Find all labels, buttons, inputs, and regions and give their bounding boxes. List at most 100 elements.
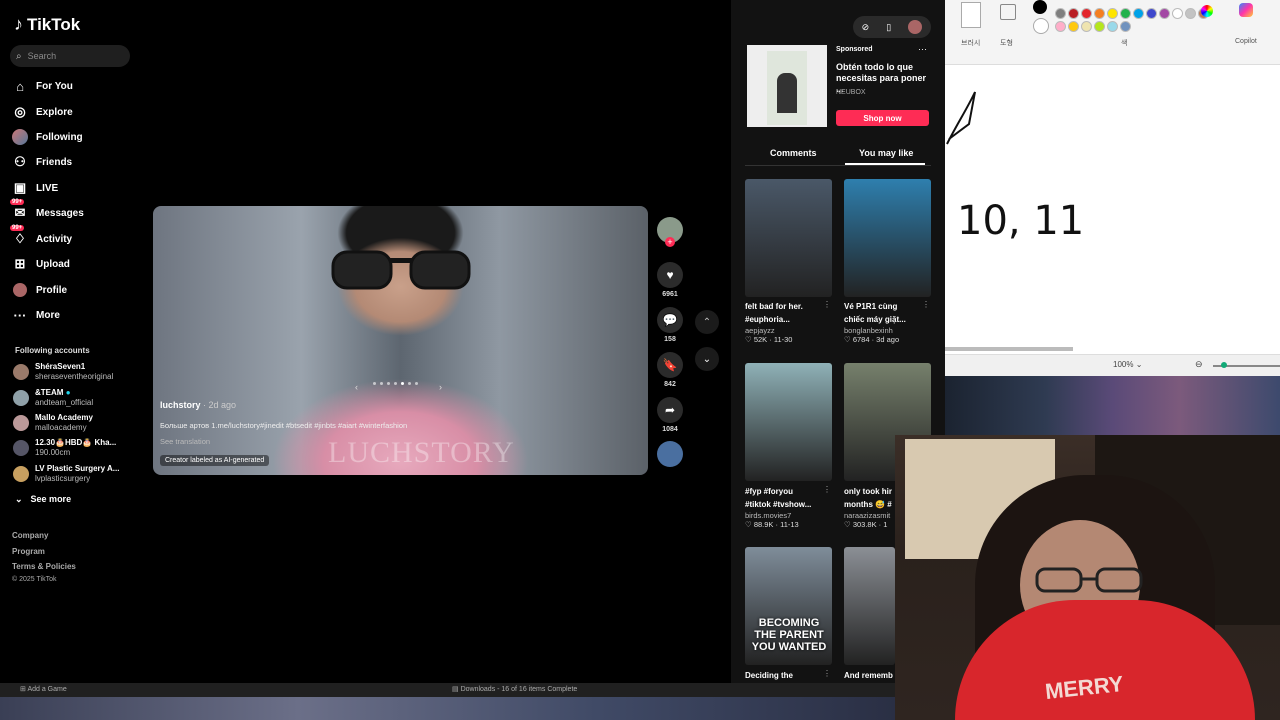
- tab-you-may-like[interactable]: You may like: [859, 148, 913, 158]
- card-date: 11-30: [773, 335, 793, 344]
- follow-plus-icon[interactable]: +: [665, 237, 675, 247]
- next-video-button[interactable]: ⌄: [695, 347, 719, 371]
- video-card-thumb[interactable]: [745, 363, 832, 481]
- card-user[interactable]: aepjayzz: [745, 326, 825, 335]
- see-translation-link[interactable]: See translation: [160, 437, 210, 446]
- sponsored-label: Sponsored: [836, 46, 873, 53]
- shapes-icon[interactable]: [1000, 4, 1016, 20]
- card-more-icon[interactable]: ⋮: [823, 669, 831, 678]
- palette-swatch[interactable]: [1185, 8, 1196, 19]
- video-card-thumb[interactable]: [745, 179, 832, 297]
- more-options-icon[interactable]: ···: [918, 44, 927, 54]
- downloads-status[interactable]: ▤ Downloads - 16 of 16 items Complete: [452, 685, 577, 693]
- palette-swatch[interactable]: [1120, 21, 1131, 32]
- card-user[interactable]: birds.movies7: [745, 511, 825, 520]
- video-card-thumb[interactable]: [844, 547, 895, 665]
- card-likes: 52K: [753, 335, 768, 344]
- palette-swatch[interactable]: [1068, 8, 1079, 19]
- palette-swatch[interactable]: [1068, 21, 1079, 32]
- sound-disc[interactable]: [657, 441, 683, 467]
- account-name: &TEAM ●: [35, 388, 93, 398]
- save-button[interactable]: 🔖 842: [657, 352, 683, 388]
- add-game-label: Add a Game: [27, 686, 67, 693]
- zoom-dropdown[interactable]: 100% ⌄: [1113, 360, 1142, 369]
- chevron-left-icon[interactable]: ‹: [355, 382, 358, 392]
- paint-canvas[interactable]: 10, 11: [945, 64, 1280, 354]
- nav-following[interactable]: Following: [12, 126, 83, 148]
- color-picker-icon[interactable]: [1201, 5, 1213, 17]
- ad-thumbnail[interactable]: [747, 45, 827, 127]
- footer-terms[interactable]: Terms & Policies: [12, 562, 76, 571]
- nav-explore[interactable]: ◎ Explore: [12, 101, 72, 123]
- zoom-slider-thumb[interactable]: [1221, 362, 1227, 368]
- video-card-thumb[interactable]: BECOMING THE PARENT YOU WANTED: [745, 547, 832, 665]
- color-1-swatch[interactable]: [1033, 0, 1047, 14]
- video-card-thumb[interactable]: [844, 179, 931, 297]
- see-more-button[interactable]: ⌄ See more: [15, 488, 71, 510]
- nav-activity[interactable]: ♢ 99+ Activity: [10, 225, 72, 250]
- add-game-button[interactable]: ⊞ Add a Game: [20, 685, 67, 693]
- card-more-icon[interactable]: ⋮: [922, 300, 930, 309]
- palette-swatch[interactable]: [1055, 8, 1066, 19]
- following-account[interactable]: &TEAM ● andteam_official: [13, 388, 93, 408]
- brush-icon[interactable]: [961, 2, 981, 28]
- card-more-icon[interactable]: ⋮: [823, 485, 831, 494]
- palette-swatch[interactable]: [1172, 8, 1183, 19]
- compass-icon[interactable]: ⊘: [862, 22, 870, 33]
- shop-now-button[interactable]: Shop now: [836, 110, 929, 126]
- nav-messages[interactable]: ✉ 99+ Messages: [10, 199, 84, 224]
- palette-swatch[interactable]: [1107, 21, 1118, 32]
- card-more-icon[interactable]: ⋮: [823, 300, 831, 309]
- paint-ribbon: 브러시 도형 색 Copilot: [945, 0, 1280, 65]
- card-likes: 303.8K: [852, 520, 877, 529]
- user-avatar[interactable]: [908, 20, 923, 34]
- nav-friends[interactable]: ⚇ Friends: [12, 151, 72, 173]
- palette-swatch[interactable]: [1146, 8, 1157, 19]
- nav-profile[interactable]: Profile: [12, 279, 67, 301]
- card-user[interactable]: naraazizasmit: [844, 511, 895, 520]
- search-input[interactable]: ⌕ Search: [10, 45, 130, 67]
- friends-icon: ⚇: [14, 154, 26, 169]
- nav-more[interactable]: ··· More: [12, 304, 60, 326]
- nav-upload[interactable]: ⊞ Upload: [12, 253, 70, 275]
- tiktok-logo[interactable]: ♪ TikTok: [14, 14, 80, 35]
- palette-swatch[interactable]: [1094, 21, 1105, 32]
- palette-swatch[interactable]: [1081, 8, 1092, 19]
- card-user[interactable]: bonglanbexinh: [844, 326, 924, 335]
- previous-video-button[interactable]: ⌃: [695, 310, 719, 334]
- video-player[interactable]: ‹ › LUCHSTORY luchstory · 2d ago Больше …: [153, 206, 648, 475]
- palette-swatch[interactable]: [1159, 8, 1170, 19]
- following-account[interactable]: Mallo Academy malloacademy: [13, 413, 93, 433]
- like-button[interactable]: ♥ 6961: [657, 262, 683, 298]
- nav-for-you[interactable]: ⌂ For You: [12, 75, 73, 97]
- color-palette[interactable]: [1055, 0, 1209, 34]
- palette-swatch[interactable]: [1120, 8, 1131, 19]
- phone-icon[interactable]: ▯: [886, 22, 891, 33]
- footer-program[interactable]: Program: [12, 547, 45, 556]
- bookmark-icon: 🔖: [657, 352, 683, 378]
- zoom-out-icon[interactable]: ⊖: [1195, 359, 1203, 370]
- copilot-icon[interactable]: [1239, 3, 1253, 17]
- tab-comments[interactable]: Comments: [770, 148, 817, 158]
- creator-avatar[interactable]: +: [657, 217, 683, 247]
- account-avatar: [13, 364, 29, 380]
- following-account[interactable]: LV Plastic Surgery A... lvplasticsurgery: [13, 464, 119, 484]
- palette-swatch[interactable]: [1133, 8, 1144, 19]
- palette-swatch[interactable]: [1094, 8, 1105, 19]
- chevron-right-icon[interactable]: ›: [439, 382, 442, 392]
- share-button[interactable]: ➦ 1084: [657, 397, 683, 433]
- nav-live[interactable]: ▣ LIVE: [12, 177, 58, 199]
- card-caption: chiếc máy giặt...: [844, 315, 906, 324]
- video-author[interactable]: luchstory · 2d ago: [160, 400, 236, 410]
- palette-swatch[interactable]: [1081, 21, 1092, 32]
- following-account[interactable]: ShéraSeven1 sheraseventheoriginal: [13, 362, 113, 382]
- palette-swatch[interactable]: [1107, 8, 1118, 19]
- comment-button[interactable]: 💬 158: [657, 307, 683, 343]
- footer-company[interactable]: Company: [12, 531, 48, 540]
- following-account[interactable]: 12.30🎂HBD🎂 Kha... 190.00cm: [13, 438, 116, 458]
- palette-swatch[interactable]: [1055, 21, 1066, 32]
- bottom-bar: ⊞ Add a Game ▤ Downloads - 16 of 16 item…: [0, 683, 895, 697]
- color-2-swatch[interactable]: [1033, 18, 1049, 34]
- account-name: ShéraSeven1: [35, 362, 86, 371]
- downloads-label: Downloads - 16 of 16 items Complete: [460, 686, 578, 693]
